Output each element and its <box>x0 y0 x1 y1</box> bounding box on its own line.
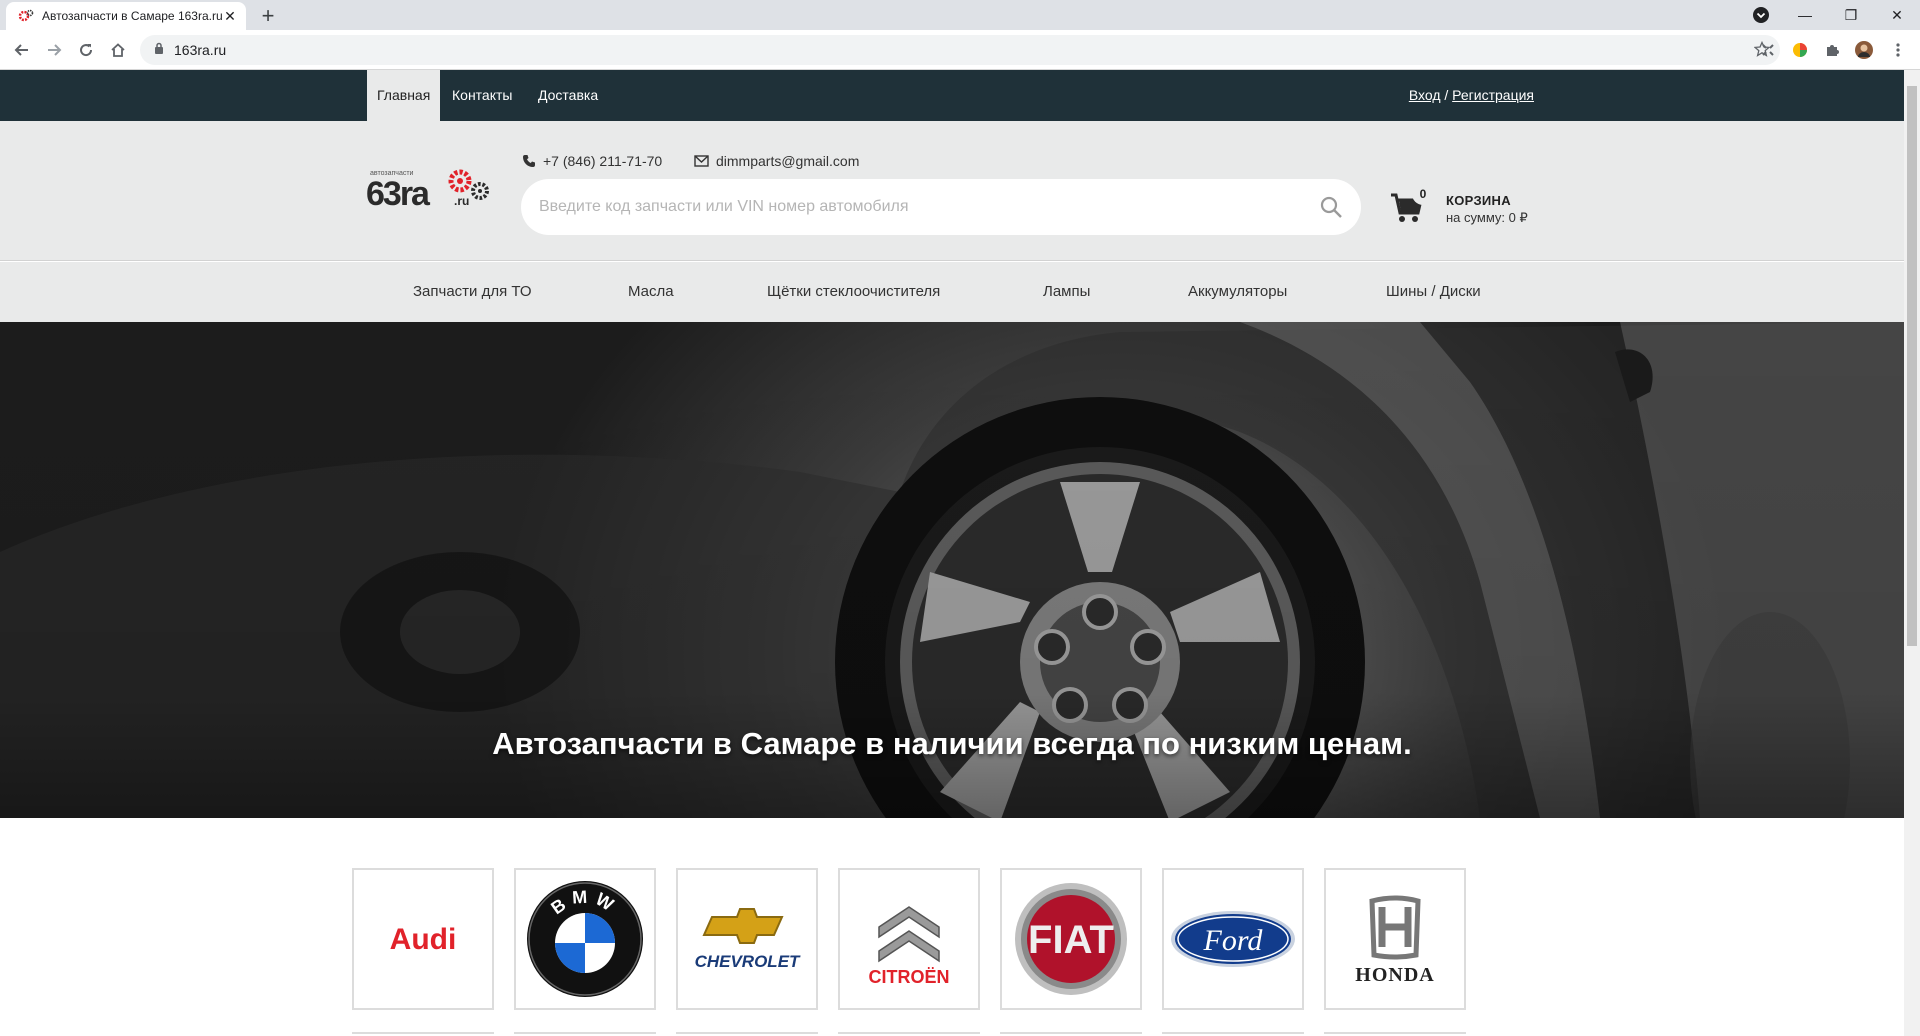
lock-icon <box>154 41 164 59</box>
register-link[interactable]: Регистрация <box>1452 87 1534 103</box>
svg-text:HONDA: HONDA <box>1355 964 1434 986</box>
svg-text:Audi: Audi <box>390 923 457 956</box>
cart-sum: на сумму: 0 ₽ <box>1446 210 1528 225</box>
search-input[interactable] <box>537 197 1301 217</box>
nav-contacts-link[interactable]: Контакты <box>442 70 522 121</box>
logo-tld-text: .ru <box>454 194 469 208</box>
site-top-nav: Главная Контакты Доставка Вход / Регистр… <box>0 70 1904 121</box>
window-close-icon[interactable]: ✕ <box>1874 0 1920 30</box>
brand-fiat[interactable]: FIAT <box>1000 868 1142 1010</box>
login-link[interactable]: Вход <box>1409 87 1441 103</box>
address-bar[interactable]: 163ra.ru <box>140 35 1780 65</box>
category-batteries[interactable]: Аккумуляторы <box>1188 262 1287 322</box>
category-maintenance-parts[interactable]: Запчасти для ТО <box>413 262 532 322</box>
brand-tile-edge <box>1324 1032 1466 1036</box>
reload-icon[interactable] <box>72 36 100 64</box>
logo-main-text: 63ra <box>366 175 431 213</box>
brand-chevrolet[interactable]: CHEVROLET <box>676 868 818 1010</box>
forward-icon[interactable] <box>40 36 68 64</box>
category-tires-wheels[interactable]: Шины / Диски <box>1386 262 1481 322</box>
page-scrollbar[interactable] <box>1904 70 1920 1036</box>
nav-home-link[interactable]: Главная <box>367 70 441 121</box>
brand-audi[interactable]: Audi <box>352 868 494 1010</box>
auth-separator: / <box>1440 87 1453 103</box>
category-oils[interactable]: Масла <box>628 262 674 322</box>
brand-honda[interactable]: HONDA <box>1324 868 1466 1010</box>
browser-tab-strip: Автозапчасти в Самаре 163ra.ru ✕ + — ❐ ✕ <box>0 0 1920 30</box>
tab-title: Автозапчасти в Самаре 163ra.ru <box>42 9 222 23</box>
brand-tile-edge <box>676 1032 818 1036</box>
site-logo[interactable]: автозапчасти 63ra .ru <box>366 165 496 215</box>
phone-icon <box>523 155 535 167</box>
site-header: автозапчасти 63ra .ru +7 (846) 211-71-70… <box>0 121 1904 261</box>
nav-delivery-link[interactable]: Доставка <box>528 70 608 121</box>
search-button[interactable] <box>1301 179 1361 235</box>
ford-logo: Ford <box>1171 911 1295 967</box>
cart-count-badge: 0 <box>1412 183 1434 205</box>
mail-icon <box>694 155 709 167</box>
brand-citroen[interactable]: CITROËN <box>838 868 980 1010</box>
brand-tile-edge <box>1162 1032 1304 1036</box>
audi-logo: Audi <box>390 923 457 956</box>
brand-ford[interactable]: Ford <box>1162 868 1304 1010</box>
cart-title: КОРЗИНА <box>1446 193 1511 208</box>
email-contact[interactable]: dimmparts@gmail.com <box>694 153 859 169</box>
honda-logo: HONDA <box>1355 895 1434 986</box>
browser-tab[interactable]: Автозапчасти в Самаре 163ra.ru ✕ <box>6 2 246 30</box>
svg-text:Ford: Ford <box>1203 924 1264 957</box>
home-icon[interactable] <box>104 36 132 64</box>
phone-number: +7 (846) 211-71-70 <box>543 153 663 169</box>
bmw-logo: BMW <box>527 881 643 997</box>
brand-bmw[interactable]: BMW <box>514 868 656 1010</box>
scrollbar-thumb[interactable] <box>1907 86 1917 646</box>
svg-text:CITROËN: CITROËN <box>869 967 950 987</box>
auth-links: Вход / Регистрация <box>1409 70 1534 121</box>
brand-tile-edge <box>352 1032 494 1036</box>
color-extension-icon[interactable] <box>1790 40 1810 60</box>
svg-text:FIAT: FIAT <box>1028 918 1114 962</box>
minimize-icon[interactable]: — <box>1782 0 1828 30</box>
svg-text:CHEVROLET: CHEVROLET <box>695 952 801 971</box>
search-icon <box>1320 196 1342 218</box>
profile-menu-icon[interactable] <box>1738 0 1784 30</box>
new-tab-button[interactable]: + <box>254 3 282 31</box>
hero-heading: Автозапчасти в Самаре в наличии всегда п… <box>492 726 1412 761</box>
avatar[interactable] <box>1854 40 1874 60</box>
restore-icon[interactable]: ❐ <box>1828 0 1874 30</box>
brand-tile-edge <box>838 1032 980 1036</box>
fiat-logo: FIAT <box>1015 883 1127 995</box>
brand-tile-edge <box>514 1032 656 1036</box>
back-icon[interactable] <box>8 36 36 64</box>
hero-banner: Автозапчасти в Самаре в наличии всегда п… <box>0 322 1904 818</box>
chevrolet-logo: CHEVROLET <box>695 908 801 971</box>
search-box <box>521 179 1361 235</box>
citroen-logo: CITROËN <box>869 906 950 987</box>
puzzle-extensions-icon[interactable] <box>1822 40 1842 60</box>
brand-grid: Audi BMW CHEVROLET CITROËN FIAT Ford HON… <box>352 868 1472 1010</box>
browser-menu-icon[interactable] <box>1888 40 1908 60</box>
browser-toolbar: 163ra.ru <box>0 30 1920 70</box>
category-nav: Запчасти для ТО Масла Щётки стеклоочисти… <box>0 262 1904 322</box>
gears-icon <box>18 8 34 24</box>
brand-tile-edge <box>1000 1032 1142 1036</box>
close-icon[interactable]: ✕ <box>222 8 238 24</box>
url-text: 163ra.ru <box>174 42 227 58</box>
extension-grid-icon[interactable] <box>1758 40 1778 60</box>
category-wipers[interactable]: Щётки стеклоочистителя <box>767 262 940 322</box>
phone-contact[interactable]: +7 (846) 211-71-70 <box>522 153 662 169</box>
email-address: dimmparts@gmail.com <box>716 153 860 169</box>
brand-grid-row-2 <box>352 1032 1472 1036</box>
category-lamps[interactable]: Лампы <box>1043 262 1090 322</box>
cart-widget[interactable]: 0 КОРЗИНА на сумму: 0 ₽ <box>1390 183 1550 231</box>
